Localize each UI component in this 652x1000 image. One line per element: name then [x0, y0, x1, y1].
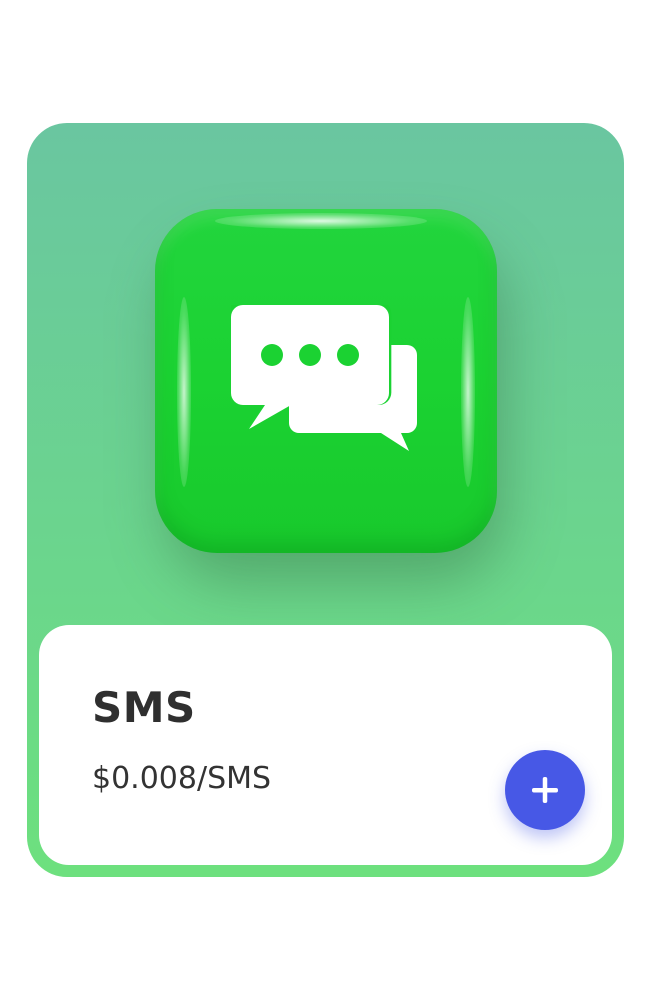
product-info-panel: SMS $0.008/SMS — [39, 625, 612, 865]
plus-icon — [532, 777, 558, 803]
product-price: $0.008/SMS — [92, 761, 272, 796]
product-card[interactable]: SMS $0.008/SMS — [27, 123, 624, 877]
add-button[interactable] — [505, 750, 585, 830]
chat-bubbles-icon — [231, 305, 417, 451]
tile-highlight — [461, 297, 475, 487]
product-title: SMS — [92, 683, 196, 732]
sms-app-tile — [155, 209, 497, 553]
tile-highlight — [177, 297, 191, 487]
tile-highlight — [215, 213, 427, 229]
